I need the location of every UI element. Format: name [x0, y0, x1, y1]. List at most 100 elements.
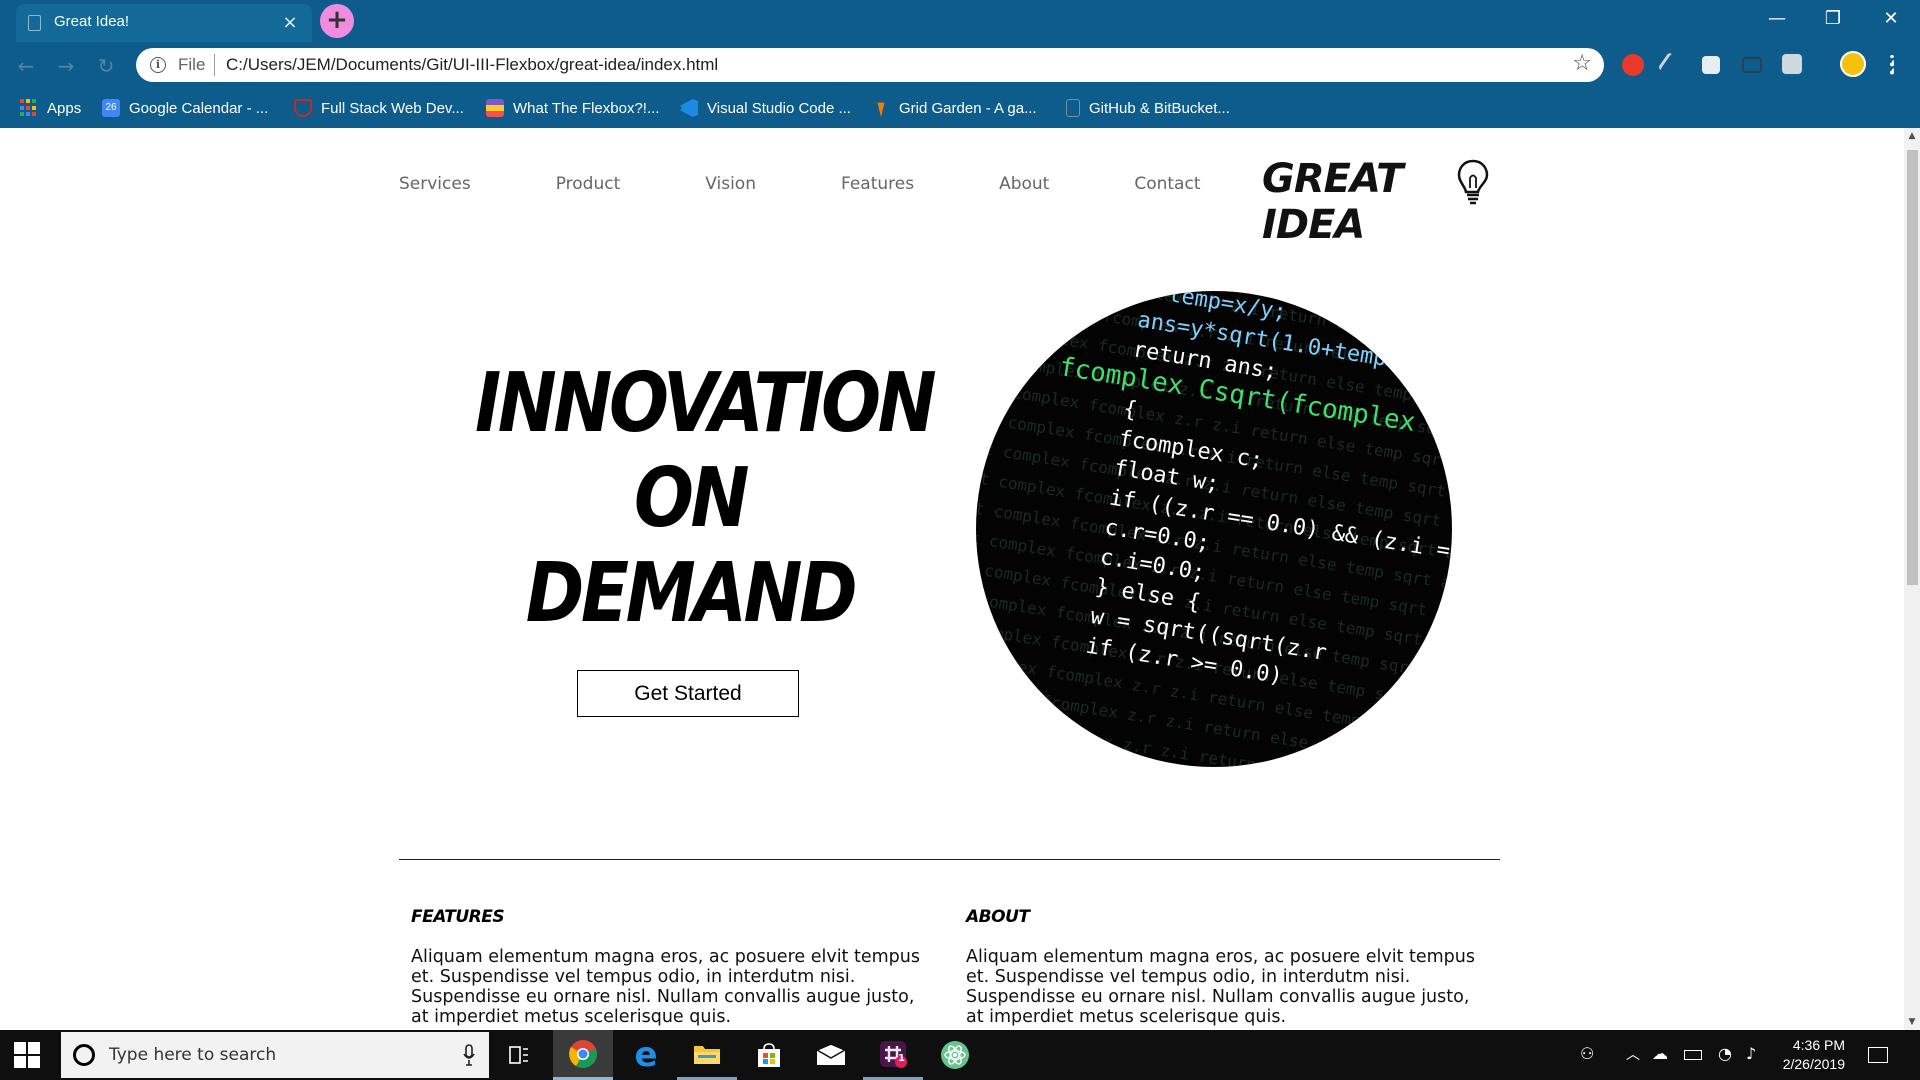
page-scrollbar[interactable]: ▲ ▼	[1904, 128, 1920, 1030]
site-info-icon[interactable]: i	[150, 57, 166, 73]
atom-icon[interactable]	[925, 1030, 985, 1080]
site-navigation: Services Product Vision Features About C…	[399, 174, 1285, 194]
file-explorer-icon[interactable]	[677, 1030, 737, 1080]
bookmark-star-icon[interactable]: ☆	[1572, 51, 1592, 76]
bookmark-label: Full Stack Web Dev...	[321, 99, 464, 117]
browser-toolbar: ← → ↻ i File C:/Users/JEM/Documents/Git/…	[0, 42, 1920, 88]
omnibox-separator	[214, 54, 215, 76]
carrot-icon	[877, 102, 885, 117]
site-logo[interactable]: GREAT IDEA	[1262, 156, 1502, 248]
shield-icon	[294, 99, 312, 117]
minimize-button[interactable]: —	[1754, 4, 1800, 34]
bookmark-label: Apps	[47, 99, 82, 117]
bookmark-label: What The Flexbox?!...	[513, 99, 660, 117]
wifi-icon[interactable]: ◔	[1718, 1044, 1732, 1063]
bookmark-apps[interactable]: Apps	[20, 96, 81, 120]
logo-text: GREAT IDEA	[1262, 156, 1403, 248]
forward-icon[interactable]: →	[52, 52, 80, 80]
page-icon	[1066, 99, 1080, 117]
store-icon[interactable]	[739, 1030, 799, 1080]
cast-extension-icon[interactable]	[1742, 57, 1762, 73]
hero-line: ON	[633, 451, 750, 546]
tab-strip: Great Idea! × + — ❐ ✕	[0, 0, 1920, 42]
new-tab-button[interactable]: +	[320, 4, 354, 38]
hero-line: INNOVATION	[475, 356, 937, 451]
section-body: Aliquam elementum magna eros, ac posuere…	[966, 947, 1475, 1027]
about-section: ABOUT Aliquam elementum magna eros, ac p…	[966, 907, 1486, 1027]
code-image: float complex fcomplex z.r z.i return el…	[976, 291, 1452, 767]
get-started-button[interactable]: Get Started	[577, 670, 799, 717]
back-icon[interactable]: ←	[12, 52, 40, 80]
tab-close-icon[interactable]: ×	[278, 11, 302, 35]
slack-icon[interactable]: 1	[863, 1030, 923, 1080]
hero-headline: INNOVATION ON DEMAND	[475, 356, 937, 641]
taskbar-search[interactable]: Type here to search	[61, 1032, 489, 1078]
battery-icon[interactable]	[1684, 1050, 1702, 1060]
nav-link-product[interactable]: Product	[556, 174, 621, 194]
bookmark-google-calendar[interactable]: 26 Google Calendar - ...	[102, 96, 268, 120]
adblock-extension-icon[interactable]	[1622, 54, 1644, 76]
bookmark-grid-garden[interactable]: Grid Garden - A ga...	[872, 96, 1037, 120]
onedrive-icon[interactable]: ☁	[1652, 1044, 1668, 1063]
calendar-icon: 26	[102, 99, 120, 117]
extension-icon[interactable]	[1702, 56, 1720, 74]
mail-icon[interactable]	[801, 1030, 861, 1080]
task-view-icon[interactable]	[489, 1030, 549, 1080]
show-hidden-icons[interactable]: ︿	[1626, 1044, 1640, 1064]
eyedropper-extension-icon[interactable]	[1657, 51, 1681, 77]
nav-link-services[interactable]: Services	[399, 174, 471, 194]
scroll-up-icon[interactable]: ▲	[1904, 128, 1920, 144]
nav-link-about[interactable]: About	[999, 174, 1049, 194]
bookmark-label: Grid Garden - A ga...	[899, 99, 1037, 117]
bookmark-label: GitHub & BitBucket...	[1089, 99, 1230, 117]
restore-button[interactable]: ❐	[1810, 4, 1856, 34]
bookmarks-bar: Apps 26 Google Calendar - ... Full Stack…	[0, 88, 1920, 128]
nav-link-contact[interactable]: Contact	[1134, 174, 1200, 194]
chrome-icon[interactable]	[553, 1030, 613, 1080]
start-button[interactable]	[14, 1042, 40, 1068]
scheme-label: File	[178, 55, 206, 74]
close-window-button[interactable]: ✕	[1868, 4, 1914, 34]
bookmark-label: Google Calendar - ...	[129, 99, 269, 117]
lightbulb-icon	[1457, 159, 1489, 205]
bookmark-flexbox[interactable]: What The Flexbox?!...	[486, 96, 659, 120]
clock-time: 4:36 PM	[1792, 1037, 1845, 1053]
bookmark-vscode[interactable]: Visual Studio Code ...	[680, 96, 851, 120]
hero-line: DEMAND	[525, 546, 858, 641]
edge-icon[interactable]: e	[616, 1030, 676, 1080]
profile-avatar[interactable]	[1840, 51, 1866, 77]
code-image-graphic: float complex fcomplex z.r z.i return el…	[976, 291, 1452, 767]
action-center-icon[interactable]	[1868, 1047, 1888, 1063]
nav-link-features[interactable]: Features	[841, 174, 914, 194]
people-icon[interactable]: ⚇	[1580, 1044, 1594, 1063]
section-divider	[399, 859, 1500, 860]
bookmark-full-stack[interactable]: Full Stack Web Dev...	[294, 96, 464, 120]
cortana-icon[interactable]	[73, 1044, 95, 1066]
menu-kebab-icon[interactable]	[1890, 55, 1894, 75]
reload-icon[interactable]: ↻	[92, 52, 120, 80]
nav-link-vision[interactable]: Vision	[705, 174, 756, 194]
search-placeholder: Type here to search	[109, 1045, 277, 1065]
tab-title: Great Idea!	[54, 13, 130, 30]
scroll-down-icon[interactable]: ▼	[1904, 1014, 1920, 1030]
scrollbar-thumb[interactable]	[1907, 150, 1918, 585]
page-favicon-icon	[28, 15, 41, 31]
browser-tab[interactable]: Great Idea! ×	[16, 4, 312, 42]
bookmark-github[interactable]: GitHub & BitBucket...	[1066, 96, 1230, 120]
notification-badge: 1	[898, 1053, 905, 1064]
section-heading: FEATURES	[411, 907, 505, 927]
notes-extension-icon[interactable]	[1782, 54, 1802, 74]
vscode-icon	[680, 99, 698, 117]
microphone-icon[interactable]	[463, 1044, 475, 1066]
address-bar[interactable]: i File C:/Users/JEM/Documents/Git/UI-III…	[136, 48, 1604, 82]
features-section: FEATURES Aliquam elementum magna eros, a…	[411, 907, 931, 1027]
clock-date: 2/26/2019	[1782, 1056, 1845, 1072]
apps-grid-icon	[20, 99, 38, 117]
section-body: Aliquam elementum magna eros, ac posuere…	[411, 947, 920, 1027]
system-clock[interactable]: 4:36 PM 2/26/2019	[1755, 1036, 1845, 1074]
section-heading: ABOUT	[966, 907, 1030, 927]
browser-chrome: Great Idea! × + — ❐ ✕ ← → ↻ i File C:/Us…	[0, 0, 1920, 128]
windows-taskbar: Type here to search e 1 ⚇ ︿ ☁ ◔ ♪ 4:36 P…	[0, 1030, 1920, 1080]
flexbox-icon	[486, 99, 504, 117]
url-text[interactable]: C:/Users/JEM/Documents/Git/UI-III-Flexbo…	[226, 55, 718, 75]
